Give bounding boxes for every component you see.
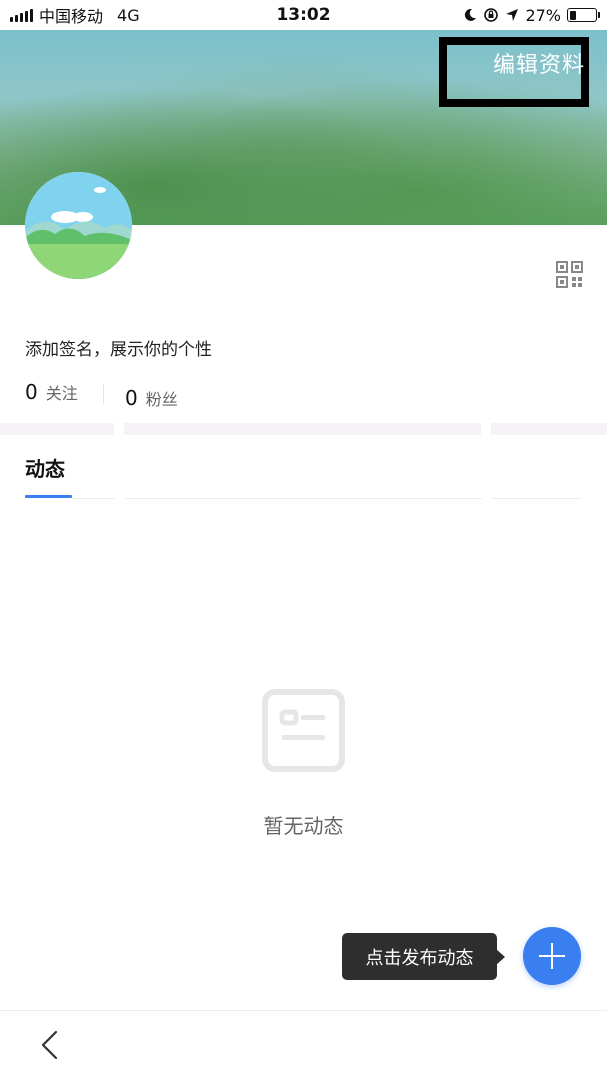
stat-divider [103,384,104,404]
battery-icon [567,8,600,22]
qr-code-icon[interactable] [556,261,583,288]
signature-text[interactable]: 添加签名，展示你的个性 [25,335,212,360]
tab-active-indicator [25,495,72,498]
battery-percent: 27% [525,5,561,25]
following-label: 关注 [45,384,78,403]
empty-state-message: 暂无动态 [263,814,344,838]
fans-count: 0 [125,386,138,410]
status-bar: 中国移动 4G 13:02 27% [0,0,607,30]
section-separator [0,423,607,435]
moon-icon [465,8,477,21]
edit-profile-button[interactable]: 编辑资料 [439,37,589,107]
following-count: 0 [25,380,38,404]
tab-divider [492,498,582,499]
tab-divider [72,498,115,499]
following-stat[interactable]: 0 关注 [25,380,78,404]
bottom-bar [0,1010,607,1080]
tab-bar: 动态 [0,440,607,500]
back-icon[interactable] [38,1029,62,1061]
tab-moments[interactable]: 动态 [25,453,65,482]
plus-icon [539,943,565,969]
publish-button[interactable] [523,927,581,985]
orientation-lock-icon [484,8,499,22]
fans-stat[interactable]: 0 粉丝 [125,386,178,410]
fans-label: 粉丝 [145,390,178,409]
publish-tooltip-text: 点击发布动态 [365,947,474,969]
avatar-landscape-icon [25,172,132,279]
signal-icon [10,8,33,22]
carrier-name: 中国移动 [39,7,104,26]
location-icon [506,9,519,21]
avatar[interactable] [25,172,132,279]
edit-profile-label: 编辑资料 [492,53,585,78]
follow-stats: 0 关注 0 粉丝 [25,380,425,410]
publish-tooltip: 点击发布动态 [342,933,505,980]
empty-feed-icon [262,689,345,772]
tab-divider [125,498,482,499]
network-type: 4G [117,5,140,25]
